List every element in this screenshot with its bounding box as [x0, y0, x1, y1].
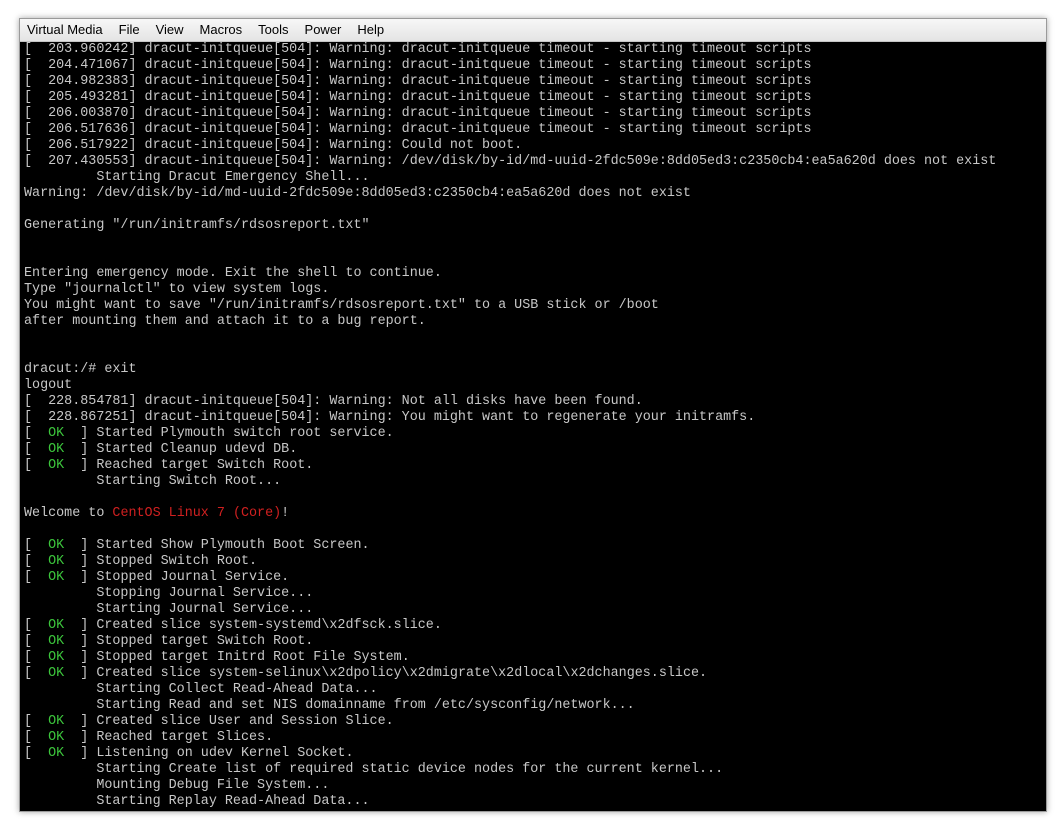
menu-file[interactable]: File: [111, 19, 148, 41]
ok-status: OK: [48, 666, 65, 681]
console-line: [ 228.867251] dracut-initqueue[504]: War…: [24, 410, 756, 425]
console-screen[interactable]: [ 203.960242] dracut-initqueue[504]: War…: [20, 42, 1046, 811]
console-line: [ OK ] Listening on udev Kernel Socket.: [24, 746, 354, 761]
console-line: [ 206.517636] dracut-initqueue[504]: War…: [24, 122, 812, 137]
ok-status: OK: [48, 746, 65, 761]
console-line: Starting Journal Service...: [24, 602, 314, 617]
console-line: [ OK ] Created slice system-selinux\x2dp…: [24, 666, 708, 681]
menu-tools[interactable]: Tools: [250, 19, 296, 41]
os-name: CentOS Linux 7 (Core): [112, 506, 282, 521]
console-line: [ 205.493281] dracut-initqueue[504]: War…: [24, 90, 812, 105]
console-line: logout: [24, 378, 73, 393]
ok-status: OK: [48, 442, 65, 457]
ok-status: OK: [48, 538, 65, 553]
console-line: Starting Dracut Emergency Shell...: [24, 170, 370, 185]
console-line: Type "journalctl" to view system logs.: [24, 282, 330, 297]
console-line: Starting Switch Root...: [24, 474, 282, 489]
console-line: [ 206.003870] dracut-initqueue[504]: War…: [24, 106, 812, 121]
ok-status: OK: [48, 570, 65, 585]
ok-status: OK: [48, 714, 65, 729]
console-line: [ 206.517922] dracut-initqueue[504]: War…: [24, 138, 523, 153]
ok-status: OK: [48, 618, 65, 633]
console-line: Starting Collect Read-Ahead Data...: [24, 682, 378, 697]
ok-status: OK: [48, 634, 65, 649]
console-line: Warning: /dev/disk/by-id/md-uuid-2fdc509…: [24, 186, 691, 201]
console-line: You might want to save "/run/initramfs/r…: [24, 298, 659, 313]
menu-view[interactable]: View: [148, 19, 192, 41]
console-line: [ 207.430553] dracut-initqueue[504]: War…: [24, 154, 997, 169]
menu-virtual-media[interactable]: Virtual Media: [20, 19, 111, 41]
menu-bar: Virtual Media File View Macros Tools Pow…: [20, 19, 1046, 42]
ok-status: OK: [48, 554, 65, 569]
console-line: [ OK ] Started Show Plymouth Boot Screen…: [24, 538, 370, 553]
console-line: [ OK ] Reached target Switch Root.: [24, 458, 314, 473]
console-line: [ OK ] Started Cleanup udevd DB.: [24, 442, 298, 457]
console-line: [ 204.982383] dracut-initqueue[504]: War…: [24, 74, 812, 89]
kvm-console-window: Virtual Media File View Macros Tools Pow…: [19, 18, 1047, 812]
console-line: [ OK ] Stopped target Switch Root.: [24, 634, 314, 649]
console-line: [ 204.471067] dracut-initqueue[504]: War…: [24, 58, 812, 73]
console-line: Stopping Journal Service...: [24, 586, 314, 601]
console-line: [ OK ] Stopped Switch Root.: [24, 554, 258, 569]
console-line: [ OK ] Stopped target Initrd Root File S…: [24, 650, 410, 665]
console-line: [ OK ] Reached target Slices.: [24, 730, 274, 745]
console-line: Welcome to CentOS Linux 7 (Core)!: [24, 506, 290, 521]
console-line: Entering emergency mode. Exit the shell …: [24, 266, 442, 281]
console-line: Starting Replay Read-Ahead Data...: [24, 794, 370, 809]
console-line: [ OK ] Started Plymouth switch root serv…: [24, 426, 394, 441]
ok-status: OK: [48, 730, 65, 745]
console-line: dracut:/# exit: [24, 362, 137, 377]
console-line: after mounting them and attach it to a b…: [24, 314, 426, 329]
menu-help[interactable]: Help: [349, 19, 392, 41]
ok-status: OK: [48, 650, 65, 665]
console-line: [ OK ] Stopped Journal Service.: [24, 570, 290, 585]
console-line: Mounting Debug File System...: [24, 778, 330, 793]
console-line: Generating "/run/initramfs/rdsosreport.t…: [24, 218, 370, 233]
console-line: [ 203.960242] dracut-initqueue[504]: War…: [24, 42, 812, 57]
ok-status: OK: [48, 458, 65, 473]
console-line: Starting Read and set NIS domainname fro…: [24, 698, 635, 713]
menu-power[interactable]: Power: [297, 19, 350, 41]
console-line: [ OK ] Created slice User and Session Sl…: [24, 714, 394, 729]
console-line: [ 228.854781] dracut-initqueue[504]: War…: [24, 394, 643, 409]
menu-macros[interactable]: Macros: [192, 19, 251, 41]
console-line: [ OK ] Created slice system-systemd\x2df…: [24, 618, 442, 633]
console-line: Starting Create list of required static …: [24, 762, 724, 777]
ok-status: OK: [48, 426, 65, 441]
